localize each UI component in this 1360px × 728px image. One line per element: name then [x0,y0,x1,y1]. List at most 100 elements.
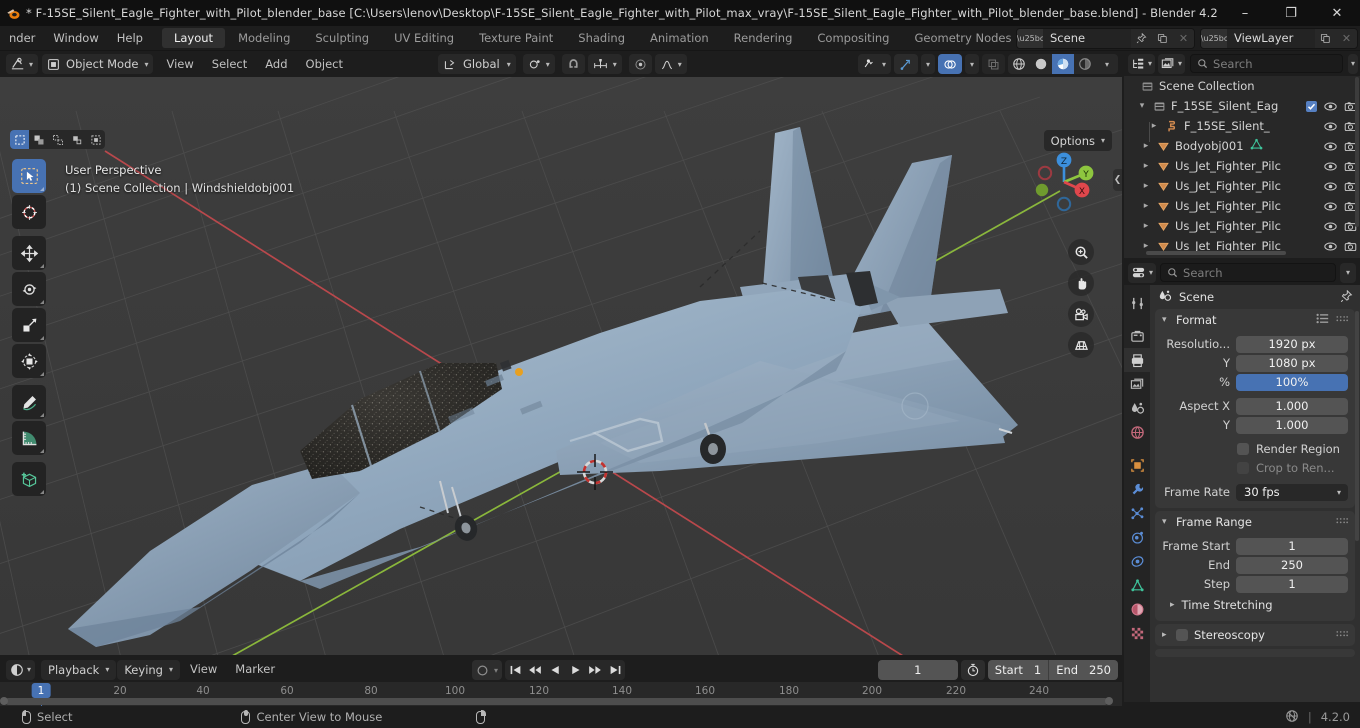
properties-editor-type-button[interactable]: ▾ [1128,262,1157,283]
scene-icon[interactable]: \u25bc [1017,29,1044,48]
tab-modifier-properties[interactable] [1124,477,1150,501]
stereoscopy-checkbox[interactable] [1176,629,1188,641]
tab-physics-properties[interactable] [1124,525,1150,549]
3d-viewport[interactable]: ▾ Object Mode ▾ View Select Add Object G… [0,51,1122,655]
move-tool[interactable] [12,236,46,270]
outliner-search-input[interactable]: Search [1190,54,1343,73]
tab-shading[interactable]: Shading [566,28,637,48]
select-set-mode[interactable] [10,130,29,149]
properties-search-input[interactable]: Search [1160,263,1336,282]
hide-in-viewport-icon[interactable] [1324,121,1337,132]
panel-drag-handle-icon[interactable] [1336,515,1348,529]
tab-constraint-properties[interactable] [1124,549,1150,573]
next-keyframe-button[interactable] [585,660,605,680]
minimize-button[interactable]: – [1222,0,1268,26]
editor-type-button[interactable]: ▾ [6,54,39,74]
new-scene-icon[interactable] [1152,29,1173,48]
tab-layout[interactable]: Layout [161,28,226,48]
viewlayer-name[interactable]: ViewLayer [1227,29,1315,48]
outliner-filter-button[interactable]: ▾ [1347,53,1358,74]
tab-texture-properties[interactable] [1124,621,1150,645]
properties-scrollbar[interactable] [1355,311,1359,541]
object-mode-selector[interactable]: Object Mode ▾ [42,54,154,74]
outliner-row-pilot-2[interactable]: ▸ Us_Jet_Fighter_Pilc [1124,176,1360,196]
proportional-editing-button[interactable] [628,54,652,74]
show-gizmo-button[interactable] [893,54,918,74]
tab-world-properties[interactable] [1124,420,1150,444]
transform-tool[interactable] [12,344,46,378]
measure-tool[interactable] [12,421,46,455]
disclosure-triangle-down-icon[interactable]: ▾ [1134,101,1150,111]
presets-icon[interactable] [1316,313,1329,327]
navigation-gizmo[interactable]: Z Y X [1028,146,1100,218]
panel-collapse-arrow-icon[interactable]: ▸ [1162,630,1170,640]
current-frame-field[interactable]: 1 [877,660,958,680]
disable-in-renders-icon[interactable] [1344,241,1357,252]
outliner-row-pilot-3[interactable]: ▸ Us_Jet_Fighter_Pilc [1124,196,1360,216]
hide-in-viewport-icon[interactable] [1324,101,1337,112]
select-subtract-mode[interactable] [48,130,67,149]
maximize-button[interactable]: ❐ [1268,0,1314,26]
disclosure-triangle-right-icon[interactable]: ▸ [1138,221,1154,231]
overlays-dropdown[interactable]: ▾ [964,54,979,74]
select-intersect-mode[interactable] [86,130,105,149]
hide-in-viewport-icon[interactable] [1324,161,1337,172]
zoom-icon[interactable] [1068,239,1094,265]
gizmo-dropdown[interactable]: ▾ [920,54,935,74]
tab-texture-paint[interactable]: Texture Paint [467,28,565,48]
pivot-point-selector[interactable]: ▾ [522,54,555,74]
proportional-falloff-selector[interactable]: ▾ [654,54,687,74]
tab-output-properties[interactable] [1124,348,1150,372]
timeline-horizontal-scrollbar[interactable] [0,697,1113,705]
exclude-checkbox[interactable] [1306,100,1317,112]
tab-render-properties[interactable] [1124,324,1150,348]
panel-collapse-arrow-icon[interactable]: ▸ [1170,600,1175,610]
panel-expand-arrow-icon[interactable]: ▾ [1162,315,1170,325]
ortho-persp-icon[interactable] [1068,332,1094,358]
auto-keying-toggle[interactable]: ▾ [472,660,503,680]
rotate-tool[interactable] [12,272,46,306]
crop-to-render-region-checkbox[interactable] [1237,462,1249,474]
pin-id-icon[interactable] [1340,289,1353,306]
tab-material-properties[interactable] [1124,597,1150,621]
xray-toggle-button[interactable] [982,54,1005,74]
hide-in-viewport-icon[interactable] [1324,241,1337,252]
disclosure-triangle-right-icon[interactable]: ▸ [1138,141,1154,151]
viewlayer-icon[interactable]: \u25bc [1201,29,1228,48]
outliner-row-f15se-collection[interactable]: ▾ F_15SE_Silent_Eag [1124,96,1360,116]
frame-end-field[interactable]: 250 [1236,556,1348,574]
select-invert-mode[interactable] [67,130,86,149]
scale-tool[interactable] [12,308,46,342]
render-region-checkbox[interactable] [1237,443,1249,455]
tab-particle-properties[interactable] [1124,501,1150,525]
outliner-row-pilot-1[interactable]: ▸ Us_Jet_Fighter_Pilc [1124,156,1360,176]
shading-material-preview[interactable] [1052,54,1074,74]
unlink-scene-icon[interactable]: ✕ [1173,29,1194,48]
disclosure-triangle-right-icon[interactable]: ▸ [1138,161,1154,171]
tab-geometry-nodes[interactable]: Geometry Nodes [902,28,1023,48]
viewport-menu-add[interactable]: Add [256,52,296,77]
tweak-select-tool[interactable] [12,159,46,193]
timeline-menu-marker[interactable]: Marker [226,657,284,682]
format-panel-header[interactable]: ▾ Format [1155,309,1355,331]
close-button[interactable]: ✕ [1314,0,1360,26]
use-preview-range-button[interactable] [960,660,985,680]
hide-in-viewport-icon[interactable] [1324,221,1337,232]
play-reverse-button[interactable] [545,660,565,680]
aspect-x-field[interactable]: 1.000 [1236,397,1348,415]
disclosure-triangle-right-icon[interactable]: ▸ [1138,241,1154,251]
camera-icon[interactable] [1068,301,1094,327]
hide-in-viewport-icon[interactable] [1324,181,1337,192]
disclosure-triangle-right-icon[interactable]: ▸ [1138,181,1154,191]
outliner-horizontal-scrollbar[interactable] [1146,251,1286,255]
scene-name[interactable]: Scene [1043,29,1131,48]
resolution-y-field[interactable]: 1080 px [1236,354,1348,372]
end-frame-field[interactable]: End 250 [1048,660,1118,680]
tab-data-properties[interactable] [1124,573,1150,597]
pin-icon[interactable] [1131,29,1152,48]
resolution-x-field[interactable]: 1920 px [1236,335,1348,353]
menu-render[interactable]: nder [0,26,44,51]
outliner-row-bodyobj001[interactable]: ▸ Bodyobj001 [1124,136,1360,156]
menu-help[interactable]: Help [108,26,152,51]
outliner-scrollbar[interactable] [1355,77,1359,227]
